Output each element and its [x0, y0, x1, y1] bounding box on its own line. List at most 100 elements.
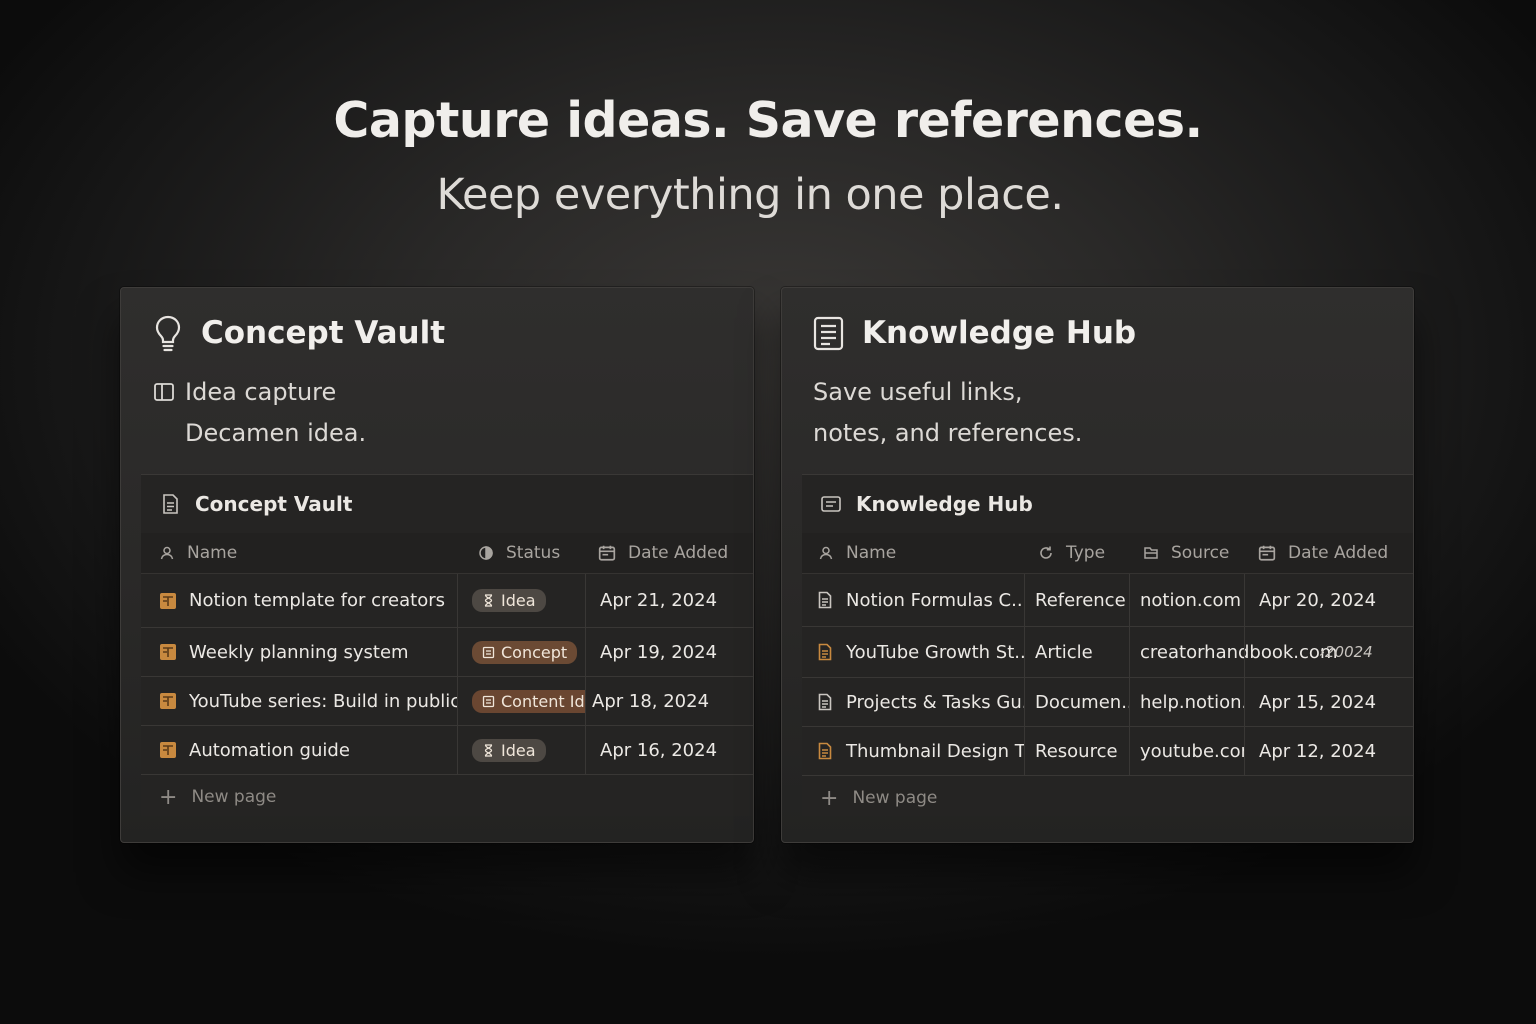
cell-source[interactable]: notion.com	[1129, 574, 1244, 626]
cell-date[interactable]: Apr 16, 2024	[585, 726, 753, 774]
column-header-source[interactable]: Source	[1129, 543, 1244, 563]
calendar-icon	[598, 545, 616, 561]
column-header-date-text: Date Added	[1288, 543, 1389, 563]
cell-status[interactable]: Idea	[457, 726, 585, 774]
person-icon	[160, 546, 174, 560]
cell-date[interactable]: Apr 12, 2024	[1244, 727, 1413, 775]
cell-name[interactable]: YouTube series: Build in public	[141, 677, 457, 725]
cell-type[interactable]: Documen...	[1024, 678, 1129, 726]
table-header: Name Type Source Date Added	[802, 533, 1413, 574]
cell-name[interactable]: Projects & Tasks Gu...	[802, 678, 1024, 726]
knowledge-hub-table: Name Type Source Date Added Notion Formu…	[802, 533, 1413, 820]
person-icon	[819, 546, 833, 560]
cell-name[interactable]: Notion template for creators	[141, 574, 457, 627]
cell-type[interactable]: Resource	[1024, 727, 1129, 775]
row-date: Apr 18, 2024	[592, 690, 710, 712]
knowledge-hub-description: notes, and references.	[813, 419, 1083, 447]
knowledge-hub-database: Knowledge Hub Name Type Source Date Adde…	[802, 474, 1413, 816]
row-name: Notion Formulas C...	[846, 589, 1024, 611]
concept-vault-subtitle: Idea capture	[153, 378, 336, 406]
cell-type[interactable]: Reference	[1024, 574, 1129, 626]
concept-vault-title: Concept Vault	[201, 315, 446, 351]
row-type: Article	[1035, 641, 1093, 663]
cell-date[interactable]: Apr 19, 2024	[585, 628, 753, 676]
cell-name[interactable]: Weekly planning system	[141, 628, 457, 676]
row-name: YouTube Growth St...	[846, 641, 1024, 663]
cell-status[interactable]: Concept	[457, 628, 585, 676]
document-icon	[818, 643, 832, 661]
new-page-label: New page	[852, 788, 938, 808]
page-emoji-icon	[160, 693, 176, 709]
table-row[interactable]: Projects & Tasks Gu... Documen... help.not…	[802, 678, 1413, 727]
page-emoji-icon	[160, 742, 176, 758]
concept-vault-db-title[interactable]: Concept Vault	[159, 492, 352, 516]
cell-source[interactable]: youtube.com	[1129, 727, 1244, 775]
knowledge-hub-db-title[interactable]: Knowledge Hub	[820, 492, 1033, 516]
table-row[interactable]: YouTube series: Build in public Content I…	[141, 677, 753, 726]
row-type: Reference	[1035, 589, 1126, 611]
row-date: Apr 21, 2024	[600, 590, 718, 611]
concept-vault-header: Concept Vault	[151, 314, 445, 352]
sidebar-toggle-icon	[154, 383, 174, 401]
table-row[interactable]: Weekly planning system Concept Apr 19, 202…	[141, 628, 753, 677]
cell-date[interactable]: Apr 20, 2024	[1244, 574, 1413, 626]
document-icon	[813, 316, 844, 351]
table-row[interactable]: Notion template for creators Idea Apr 21, …	[141, 574, 753, 628]
table-row[interactable]: Thumbnail Design Tips Resource youtube.com…	[802, 727, 1413, 776]
column-header-date[interactable]: Date Added	[584, 543, 753, 563]
column-header-date[interactable]: Date Added	[1244, 543, 1412, 563]
cell-source[interactable]: creatorhandbook.com	[1129, 627, 1337, 677]
hero-subtitle: Keep everything in one place.	[436, 170, 1064, 220]
table-row[interactable]: Notion Formulas C... Reference notion.com A…	[802, 574, 1413, 627]
knowledge-hub-card: Knowledge Hub Save useful links, notes, …	[781, 287, 1414, 843]
cell-date[interactable]: ›20024	[1244, 627, 1413, 677]
knowledge-hub-title: Knowledge Hub	[862, 315, 1137, 351]
concept-vault-description: Decamen idea.	[185, 419, 367, 447]
cell-date[interactable]: Apr 21, 2024	[585, 574, 753, 627]
status-label: Idea	[501, 740, 536, 760]
cell-source[interactable]: help.notion.com	[1129, 678, 1244, 726]
folder-icon	[1144, 547, 1158, 559]
column-header-type[interactable]: Type	[1024, 543, 1129, 563]
cell-status[interactable]: Content Idea	[457, 677, 585, 725]
row-date: Apr 12, 2024	[1259, 740, 1377, 762]
status-label: Content Idea	[501, 691, 585, 711]
column-header-status-text: Status	[506, 543, 561, 563]
cell-name[interactable]: Notion Formulas C...	[802, 574, 1024, 626]
cell-date[interactable]: Apr 18, 2024	[585, 677, 753, 725]
calendar-icon	[1258, 545, 1276, 561]
column-header-name-text: Name	[846, 543, 897, 563]
note-icon	[482, 646, 495, 658]
new-page-button[interactable]: + New page	[141, 775, 753, 819]
column-header-name[interactable]: Name	[141, 543, 464, 563]
cell-name[interactable]: Automation guide	[141, 726, 457, 774]
table-row[interactable]: Automation guide Idea Apr 16, 2024	[141, 726, 753, 775]
column-header-name-text: Name	[187, 543, 238, 563]
cell-type[interactable]: Article	[1024, 627, 1129, 677]
column-header-name[interactable]: Name	[802, 543, 1024, 563]
plus-icon: +	[159, 784, 178, 810]
cell-status[interactable]: Idea	[457, 574, 585, 627]
hourglass-icon	[484, 743, 493, 757]
document-icon	[818, 591, 832, 609]
page-emoji-icon	[160, 592, 176, 609]
document-icon	[818, 742, 832, 760]
cell-name[interactable]: Thumbnail Design Tips	[802, 727, 1024, 775]
column-header-source-text: Source	[1171, 543, 1230, 563]
cell-name[interactable]: YouTube Growth St...	[802, 627, 1024, 677]
row-date: Apr 20, 2024	[1259, 589, 1377, 611]
plus-icon: +	[820, 785, 839, 811]
status-label: Concept	[501, 642, 568, 662]
status-badge: Content Idea	[472, 689, 585, 713]
knowledge-hub-header: Knowledge Hub	[812, 314, 1136, 352]
hero-title: Capture ideas. Save references.	[333, 92, 1203, 149]
row-name: Projects & Tasks Gu...	[846, 691, 1024, 713]
row-date: Apr 15, 2024	[1259, 691, 1377, 713]
page-emoji-icon	[160, 644, 176, 660]
new-page-button[interactable]: + New page	[802, 776, 1413, 820]
column-header-status[interactable]: Status	[464, 543, 584, 563]
row-date: Apr 16, 2024	[600, 739, 718, 761]
row-source: youtube.com	[1140, 740, 1244, 762]
cell-date[interactable]: Apr 15, 2024	[1244, 678, 1413, 726]
table-row[interactable]: YouTube Growth St... Article creatorhandbo…	[802, 627, 1413, 678]
